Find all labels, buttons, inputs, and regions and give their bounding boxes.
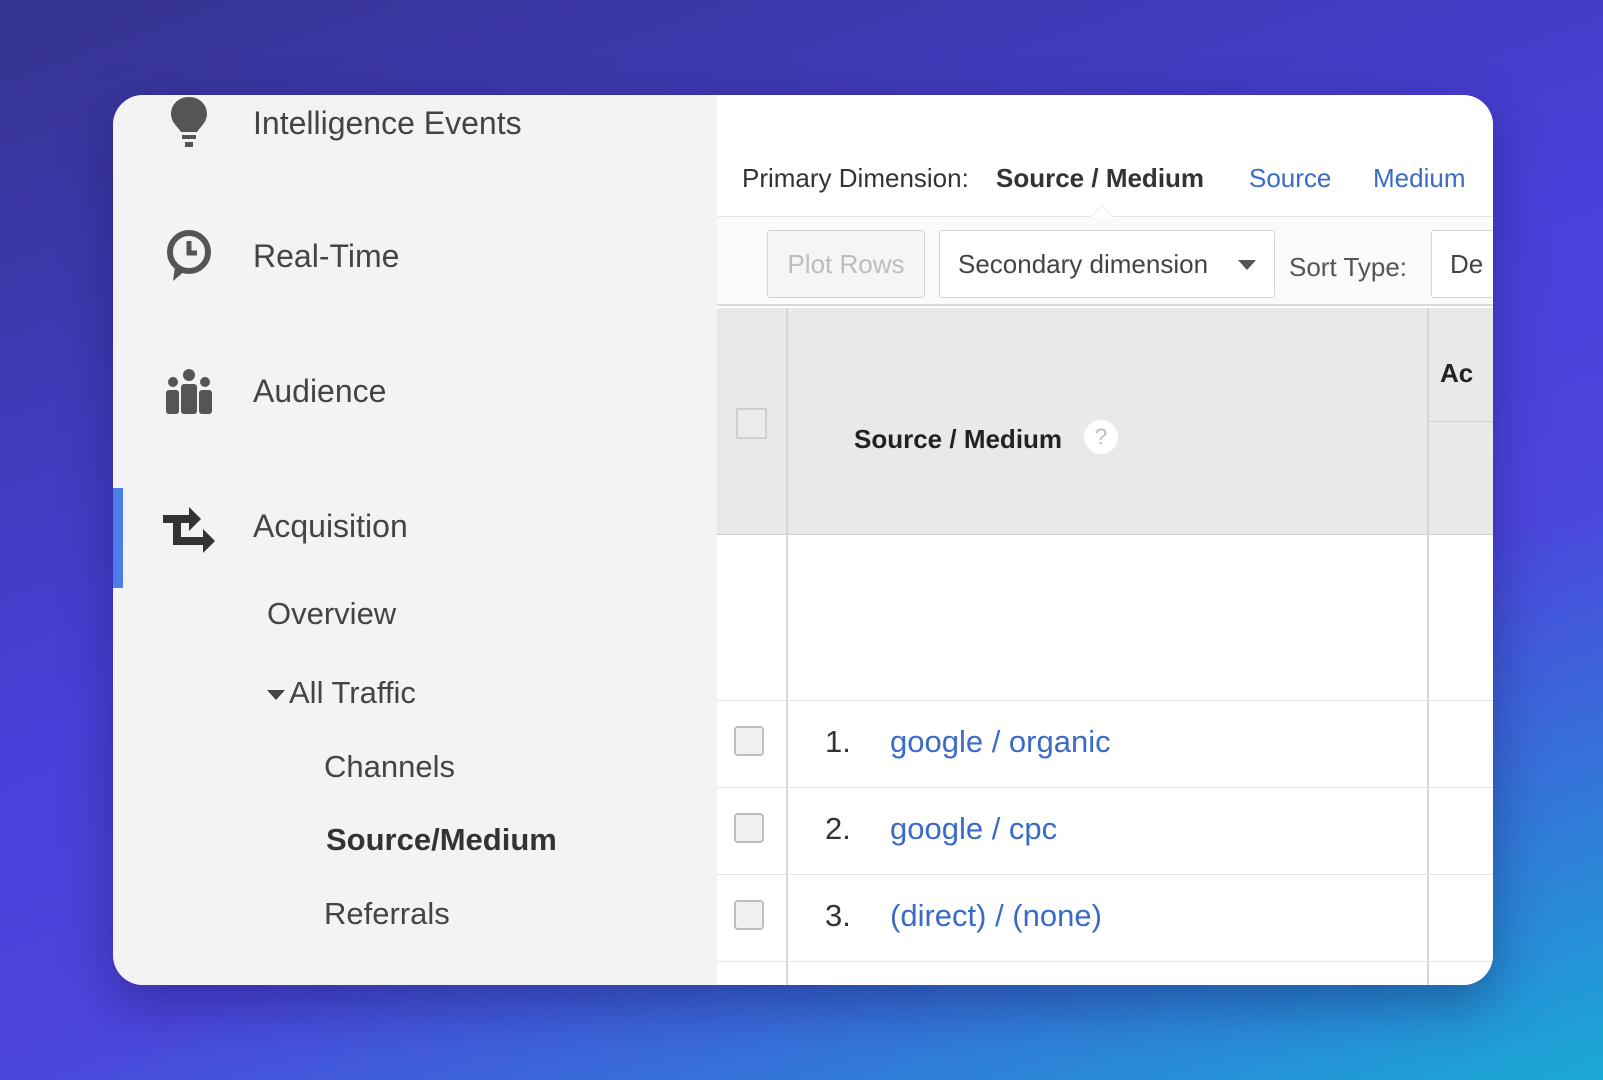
- plot-rows-button[interactable]: Plot Rows: [767, 230, 925, 298]
- dimension-link-source[interactable]: Source: [1249, 163, 1331, 194]
- sidebar-item-label: Acquisition: [253, 507, 408, 544]
- row-checkbox[interactable]: [734, 726, 764, 756]
- sidebar-item-real-time[interactable]: Real-Time: [113, 206, 717, 306]
- caret-down-icon: [267, 689, 285, 700]
- row-number: 1.: [825, 724, 851, 759]
- sidebar-subitem-label: All Traffic: [289, 675, 416, 710]
- acquisition-arrows-icon: [161, 498, 217, 554]
- sidebar-item-label: Intelligence Events: [253, 104, 522, 141]
- row-number: 3.: [825, 898, 851, 933]
- primary-dimension-label: Primary Dimension:: [742, 163, 969, 193]
- table-row: 2. google / cpc: [717, 789, 1493, 875]
- analytics-window: Intelligence Events Real-Time Audience A…: [113, 95, 1493, 985]
- sidebar-item-acquisition[interactable]: Acquisition: [113, 476, 717, 576]
- row-checkbox[interactable]: [734, 813, 764, 843]
- column-header-source-medium[interactable]: Source / Medium: [854, 424, 1062, 455]
- sidebar-subitem-overview[interactable]: Overview: [267, 596, 396, 632]
- row-link[interactable]: google / cpc: [890, 811, 1057, 847]
- row-link[interactable]: google / organic: [890, 724, 1111, 760]
- sidebar-subitem-referrals[interactable]: Referrals: [324, 896, 450, 932]
- row-link[interactable]: (direct) / (none): [890, 898, 1102, 934]
- sidebar-subitem-source-medium[interactable]: Source/Medium: [326, 822, 557, 858]
- sidebar-subitem-channels[interactable]: Channels: [324, 749, 455, 785]
- sidebar-subitem-all-traffic[interactable]: All Traffic: [267, 675, 416, 711]
- primary-dimension-current: Source / Medium: [996, 163, 1205, 193]
- sort-type-label: Sort Type:: [1289, 252, 1408, 282]
- table-header: Source / Medium ? Ac: [717, 308, 1493, 535]
- table-summary-row: [717, 536, 1493, 701]
- column-header-acquisition[interactable]: Ac: [1440, 358, 1473, 389]
- sidebar-item-label: Audience: [253, 372, 387, 409]
- selected-pointer: [1090, 205, 1114, 217]
- table-row: 1. google / organic: [717, 702, 1493, 788]
- chevron-down-icon: [1238, 260, 1256, 270]
- sidebar: Intelligence Events Real-Time Audience A…: [113, 95, 717, 985]
- table-row: 3. (direct) / (none): [717, 876, 1493, 962]
- sidebar-item-label: Real-Time: [253, 237, 400, 274]
- report-panel: Primary Dimension: Source / Medium Sourc…: [717, 95, 1493, 985]
- row-number: 2.: [825, 811, 851, 846]
- primary-dimension-bar: Primary Dimension: Source / Medium Sourc…: [717, 95, 1493, 217]
- data-table: Source / Medium ? Ac 1. google / organic…: [717, 308, 1493, 985]
- row-checkbox[interactable]: [734, 900, 764, 930]
- secondary-dimension-label: Secondary dimension: [958, 248, 1209, 279]
- select-all-checkbox[interactable]: [736, 408, 767, 439]
- lightbulb-icon: [161, 95, 217, 151]
- dimension-link-medium[interactable]: Medium: [1373, 163, 1465, 194]
- sidebar-item-audience[interactable]: Audience: [113, 341, 717, 441]
- table-toolbar: Plot Rows Secondary dimension Sort Type:…: [717, 218, 1493, 306]
- people-icon: [161, 363, 217, 419]
- sidebar-item-intelligence-events[interactable]: Intelligence Events: [113, 95, 717, 173]
- header-divider: [1428, 421, 1493, 422]
- help-icon[interactable]: ?: [1084, 420, 1118, 454]
- clock-icon: [161, 228, 217, 284]
- sort-type-select[interactable]: De: [1431, 230, 1493, 298]
- secondary-dimension-dropdown[interactable]: Secondary dimension: [939, 230, 1275, 298]
